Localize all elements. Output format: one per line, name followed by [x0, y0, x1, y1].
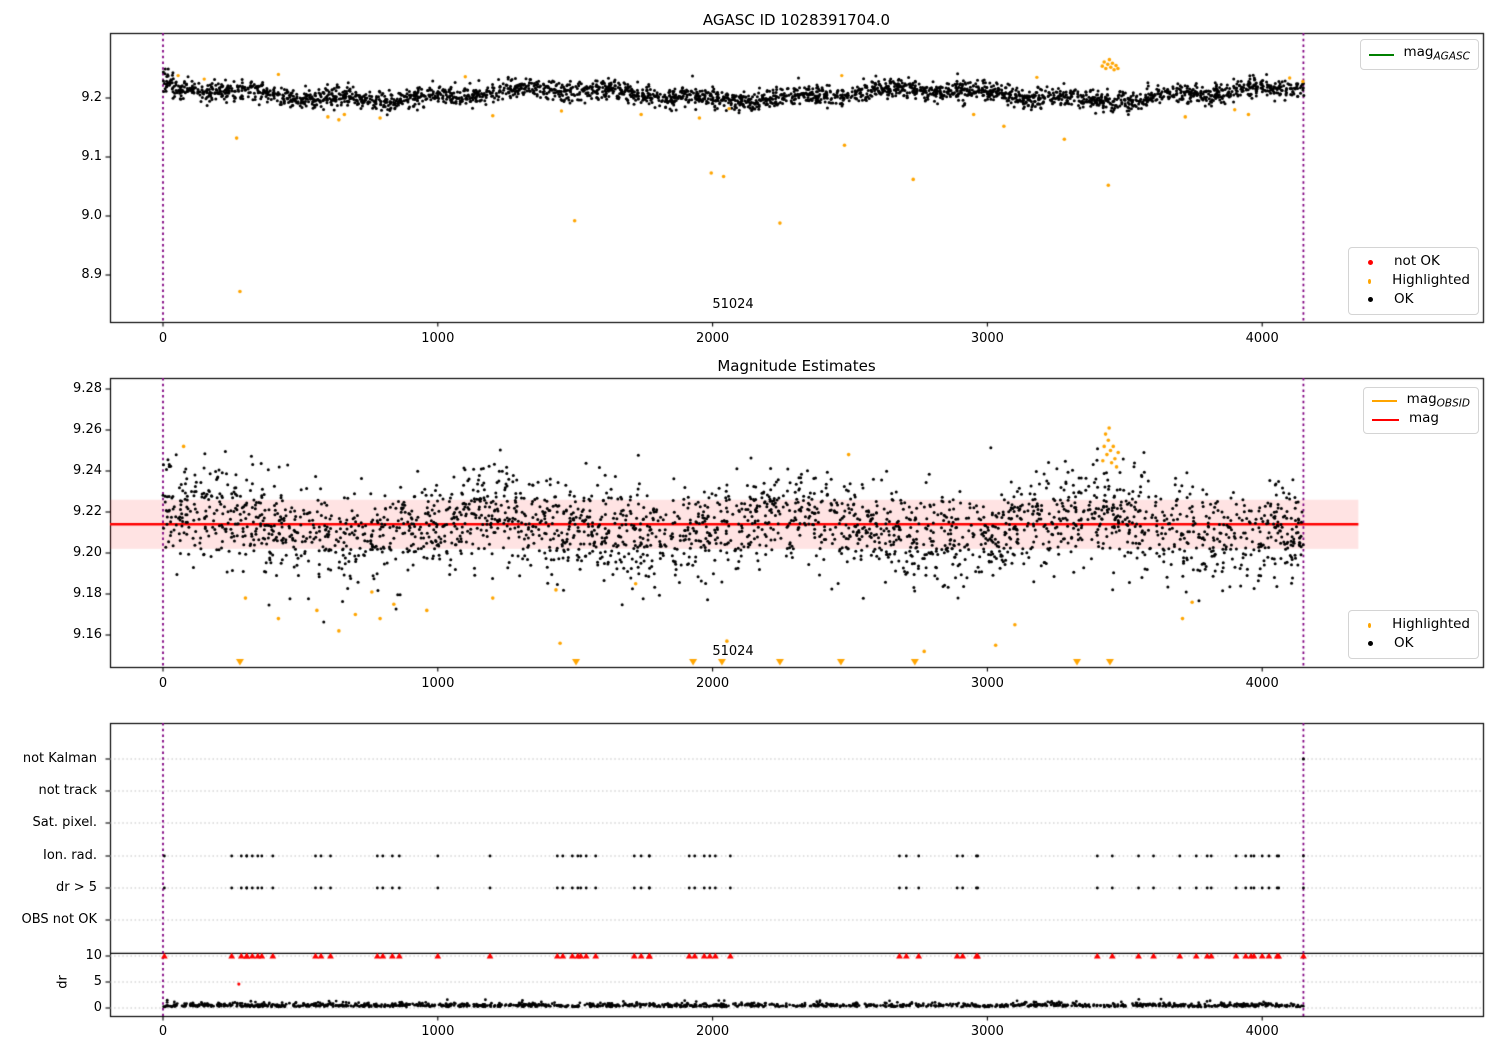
legend-mag-agasc: magAGASC: [1360, 39, 1479, 70]
figure: AGASC ID 1028391704.0 Magnitude Estimate…: [0, 0, 1500, 1050]
x-tick-label: 2000: [696, 1024, 730, 1039]
legend-item-mag: mag: [1372, 409, 1470, 428]
y-tick-label: 9.26: [73, 422, 102, 437]
x-tick-label: 3000: [970, 331, 1004, 346]
y-tick-label: 8.9: [81, 267, 102, 282]
highlighted-label: Highlighted: [1392, 272, 1470, 289]
top-plot-title: AGASC ID 1028391704.0: [702, 11, 891, 29]
x-tick-label: 4000: [1245, 331, 1279, 346]
x-tick-label: 1000: [421, 1024, 455, 1039]
x-tick-label: 3000: [970, 1024, 1004, 1039]
highlighted-mid-dot-swatch: [1368, 622, 1372, 628]
legend-item-ok: OK: [1357, 293, 1470, 307]
legend-middle-categories: Highlighted OK: [1348, 610, 1479, 659]
y-tick-label: 9.16: [73, 627, 102, 642]
legend-top-categories: not OK Highlighted OK: [1348, 247, 1479, 315]
legend-item-ok-mid: OK: [1357, 637, 1470, 651]
obsid-annotation-middle: 51024: [712, 644, 754, 659]
y-tick-label: 9.28: [73, 381, 102, 396]
not-ok-label: not OK: [1394, 253, 1440, 270]
x-tick-label: 2000: [696, 676, 730, 691]
mag-line-swatch: [1372, 419, 1399, 422]
legend-item-mag-obsid: magOBSID: [1372, 390, 1470, 410]
mag-label: mag: [1409, 409, 1439, 426]
y-tick-label: 9.1: [81, 149, 102, 164]
mag-obsid-label: magOBSID: [1406, 390, 1470, 410]
x-tick-label: 4000: [1245, 1024, 1279, 1039]
x-tick-label: 1000: [421, 331, 455, 346]
mag-agasc-line-swatch: [1369, 53, 1394, 56]
ok-mid-dot-swatch: [1368, 641, 1373, 647]
x-tick-label: 0: [158, 1024, 168, 1039]
flag-row-label-obs-not-ok: OBS not OK: [21, 912, 98, 927]
dr-tick-label: 10: [85, 948, 102, 963]
flag-row-label-dr-gt-5: dr > 5: [55, 880, 97, 895]
ok-mid-label: OK: [1394, 635, 1414, 652]
y-tick-label: 9.22: [73, 504, 102, 519]
flag-row-label-not-kalman: not Kalman: [22, 751, 97, 766]
y-tick-label: 9.24: [73, 463, 102, 478]
x-tick-label: 0: [158, 331, 168, 346]
ok-label: OK: [1394, 291, 1414, 308]
legend-item-not-ok: not OK: [1357, 255, 1470, 269]
legend-item-mag-agasc: magAGASC: [1369, 46, 1470, 62]
x-tick-label: 2000: [696, 331, 730, 346]
y-tick-label: 9.18: [73, 586, 102, 601]
obsid-annotation-top: 51024: [712, 297, 754, 312]
flag-row-label-not-track: not track: [38, 783, 97, 798]
middle-plot-title: Magnitude Estimates: [717, 357, 876, 375]
y-tick-label: 9.20: [73, 545, 102, 560]
highlighted-dot-swatch: [1368, 278, 1372, 284]
legend-item-highlighted: Highlighted: [1357, 274, 1470, 288]
x-tick-label: 3000: [970, 676, 1004, 691]
highlighted-mid-label: Highlighted: [1392, 616, 1470, 633]
x-tick-label: 4000: [1245, 676, 1279, 691]
plots-canvas: [0, 0, 1500, 1050]
legend-mag-lines: magOBSID mag: [1363, 387, 1479, 434]
mag-agasc-label: magAGASC: [1403, 44, 1471, 64]
ok-dot-swatch: [1368, 297, 1373, 303]
x-tick-label: 0: [158, 676, 168, 691]
flag-row-label-sat-pixel: Sat. pixel.: [32, 815, 97, 830]
y-tick-label: 9.2: [81, 90, 102, 105]
flag-row-label-ion-rad: Ion. rad.: [43, 848, 97, 863]
not-ok-dot-swatch: [1368, 259, 1373, 265]
y-tick-label: 9.0: [81, 208, 102, 223]
dr-tick-label: 0: [93, 1000, 102, 1015]
mag-obsid-line-swatch: [1372, 399, 1397, 402]
dr-tick-label: 5: [93, 974, 102, 989]
x-tick-label: 1000: [421, 676, 455, 691]
legend-item-highlighted-mid: Highlighted: [1357, 618, 1470, 632]
